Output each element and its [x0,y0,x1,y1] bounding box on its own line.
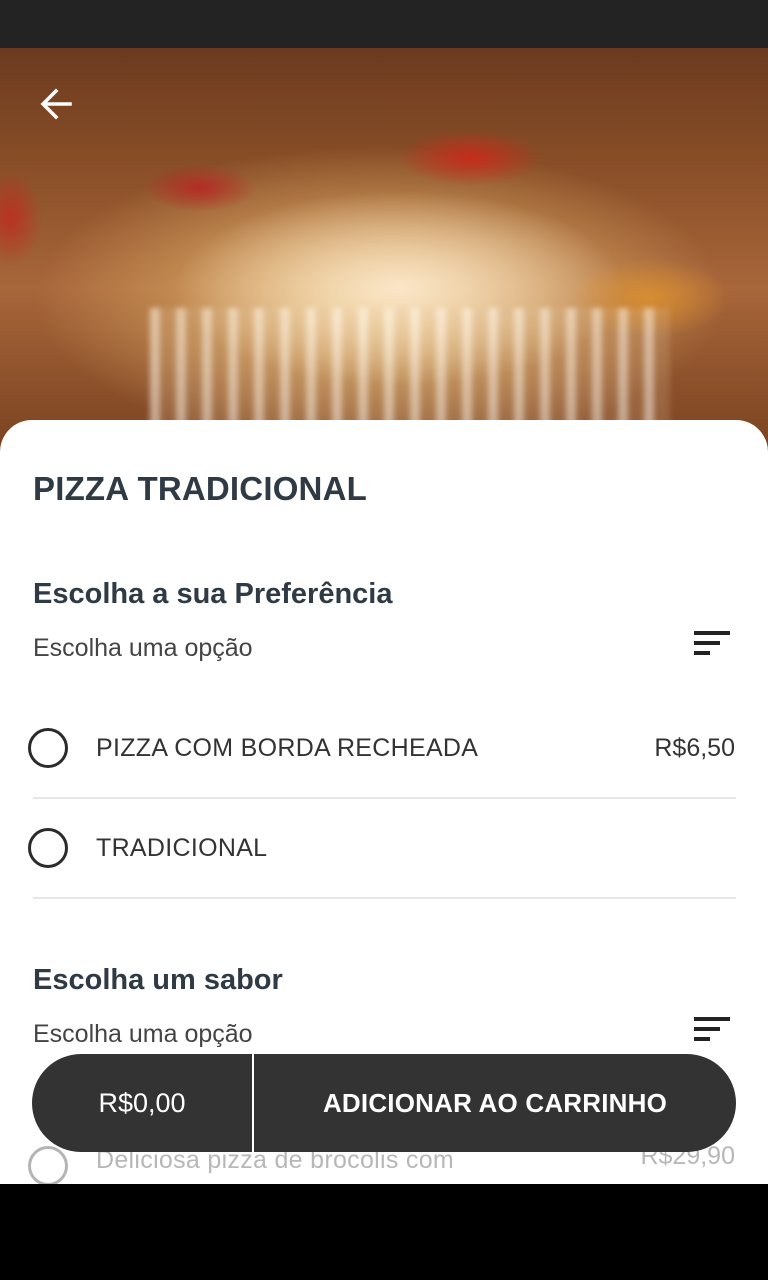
option-row-borda-recheada[interactable]: PIZZA COM BORDA RECHEADA R$6,50 [0,698,768,798]
product-image [0,48,768,448]
product-title: PIZZA TRADICIONAL [33,470,367,507]
radio-button[interactable] [28,728,68,768]
radio-button[interactable] [28,828,68,868]
add-to-cart-button[interactable]: ADICIONAR AO CARRINHO [254,1054,736,1152]
radio-button[interactable] [28,1146,68,1184]
arrow-left-icon [40,88,72,120]
cart-total: R$0,00 [32,1054,254,1152]
option-label: PIZZA COM BORDA RECHEADA [96,734,479,762]
group-subtitle-flavor: Escolha uma opção [33,1020,253,1048]
sort-icon[interactable] [690,628,734,658]
option-label: TRADICIONAL [96,834,268,862]
group-title-preference: Escolha a sua Preferência [33,578,393,610]
cheese-strings-decoration [150,308,670,438]
add-to-cart-bar: R$0,00 ADICIONAR AO CARRINHO [32,1054,736,1152]
option-price: R$6,50 [654,734,735,762]
group-title-flavor: Escolha um sabor [33,964,283,996]
back-button[interactable] [28,76,84,132]
sort-icon[interactable] [690,1014,734,1044]
group-subtitle-preference: Escolha uma opção [33,634,253,662]
divider [33,897,736,899]
option-row-tradicional[interactable]: TRADICIONAL [0,798,768,898]
navigation-bar [0,1184,768,1280]
status-bar [0,0,768,48]
